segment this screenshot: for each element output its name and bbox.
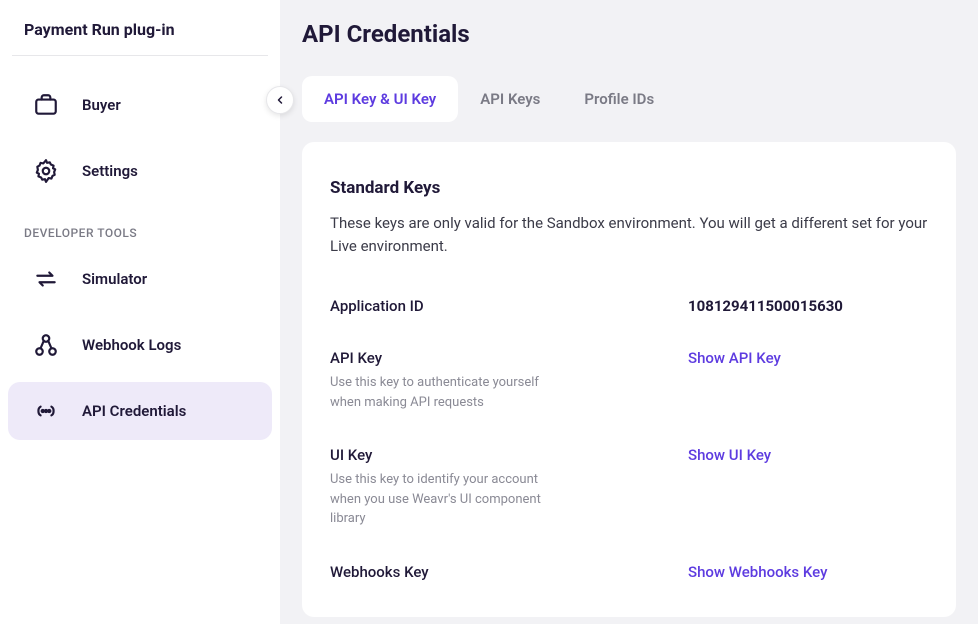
ui-key-row: UI Key Use this key to identify your acc… bbox=[330, 446, 928, 529]
credentials-card: Standard Keys These keys are only valid … bbox=[302, 142, 956, 617]
collapse-sidebar-button[interactable] bbox=[266, 86, 294, 114]
sidebar: Payment Run plug-in Buyer Settings DEVEL… bbox=[0, 0, 280, 624]
webhooks-key-label: Webhooks Key bbox=[330, 563, 668, 581]
main-content: API Credentials API Key & UI Key API Key… bbox=[280, 0, 978, 624]
api-key-description: Use this key to authenticate yourself wh… bbox=[330, 373, 550, 412]
show-api-key-link[interactable]: Show API Key bbox=[688, 349, 928, 367]
sidebar-item-label: Webhook Logs bbox=[82, 336, 181, 354]
tabs: API Key & UI Key API Keys Profile IDs bbox=[302, 76, 956, 122]
card-title: Standard Keys bbox=[330, 178, 928, 198]
api-icon bbox=[32, 397, 60, 425]
swap-icon bbox=[32, 265, 60, 293]
sidebar-item-label: API Credentials bbox=[82, 402, 186, 420]
show-webhooks-key-link[interactable]: Show Webhooks Key bbox=[688, 563, 928, 581]
application-id-row: Application ID 108129411500015630 bbox=[330, 297, 928, 315]
card-description: These keys are only valid for the Sandbo… bbox=[330, 212, 928, 257]
gear-icon bbox=[32, 157, 60, 185]
application-id-value: 108129411500015630 bbox=[688, 297, 928, 315]
show-ui-key-link[interactable]: Show UI Key bbox=[688, 446, 928, 464]
tab-profile-ids[interactable]: Profile IDs bbox=[562, 76, 676, 122]
tab-api-keys[interactable]: API Keys bbox=[458, 76, 562, 122]
webhook-icon bbox=[32, 331, 60, 359]
divider bbox=[12, 55, 268, 56]
api-key-row: API Key Use this key to authenticate you… bbox=[330, 349, 928, 412]
briefcase-icon bbox=[32, 91, 60, 119]
chevron-left-icon bbox=[274, 91, 286, 110]
sidebar-item-label: Simulator bbox=[82, 270, 147, 288]
webhooks-key-row: Webhooks Key Show Webhooks Key bbox=[330, 563, 928, 581]
sidebar-section-header: DEVELOPER TOOLS bbox=[0, 208, 280, 250]
sidebar-item-label: Settings bbox=[82, 162, 138, 180]
sidebar-item-settings[interactable]: Settings bbox=[8, 142, 272, 200]
sidebar-title: Payment Run plug-in bbox=[0, 20, 280, 55]
sidebar-item-api-credentials[interactable]: API Credentials bbox=[8, 382, 272, 440]
sidebar-item-webhook-logs[interactable]: Webhook Logs bbox=[8, 316, 272, 374]
api-key-label: API Key bbox=[330, 349, 668, 367]
sidebar-item-label: Buyer bbox=[82, 96, 121, 114]
sidebar-item-simulator[interactable]: Simulator bbox=[8, 250, 272, 308]
sidebar-item-buyer[interactable]: Buyer bbox=[8, 76, 272, 134]
tab-api-key-ui-key[interactable]: API Key & UI Key bbox=[302, 76, 458, 122]
page-title: API Credentials bbox=[302, 20, 956, 48]
application-id-label: Application ID bbox=[330, 297, 668, 315]
ui-key-label: UI Key bbox=[330, 446, 668, 464]
ui-key-description: Use this key to identify your account wh… bbox=[330, 470, 550, 529]
